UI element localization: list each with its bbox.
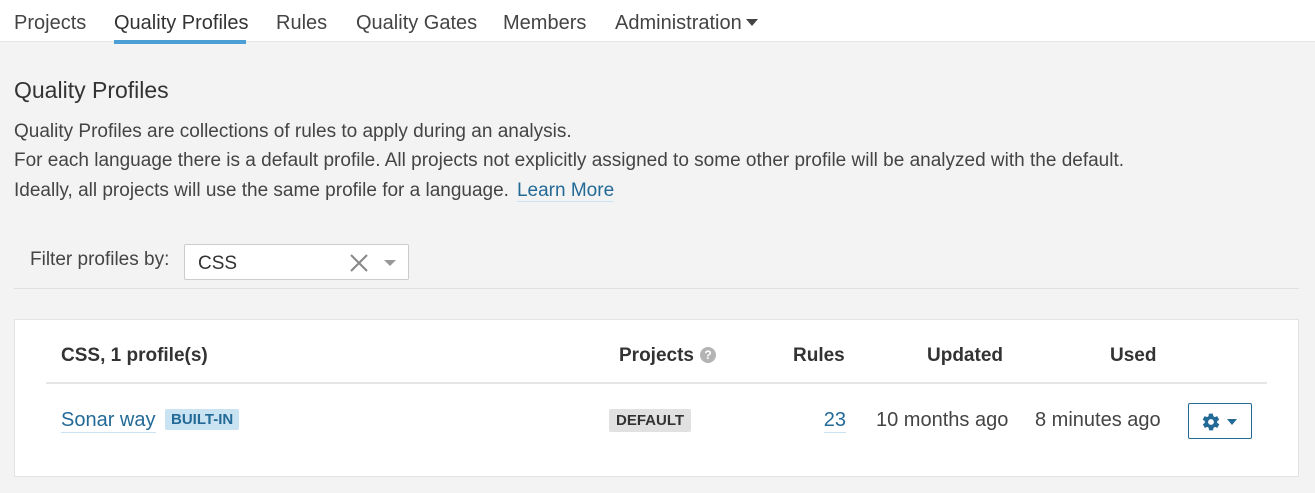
learn-more-link[interactable]: Learn More xyxy=(516,180,615,202)
clear-icon[interactable] xyxy=(348,252,370,274)
used-cell: 8 minutes ago xyxy=(1035,409,1161,431)
profiles-card xyxy=(14,319,1299,477)
profile-actions-button[interactable] xyxy=(1188,403,1252,439)
language-filter-value: CSS xyxy=(198,253,238,274)
built-in-badge: BUILT-IN xyxy=(165,409,240,430)
column-header-updated: Updated xyxy=(927,345,1003,366)
description-line-3-text: Ideally, all projects will use the same … xyxy=(14,180,509,201)
nav-item-projects[interactable]: Projects xyxy=(14,12,86,35)
help-icon[interactable]: ? xyxy=(699,347,716,363)
chevron-down-icon[interactable] xyxy=(384,260,396,266)
nav-item-administration[interactable]: Administration xyxy=(615,12,758,35)
default-badge: DEFAULT xyxy=(609,409,692,432)
chevron-down-icon xyxy=(1227,419,1237,425)
column-header-rules: Rules xyxy=(793,345,845,366)
nav-item-rules[interactable]: Rules xyxy=(276,12,327,35)
description-line-2: For each language there is a default pro… xyxy=(14,150,1125,171)
profile-name-link[interactable]: Sonar way xyxy=(61,409,156,433)
chevron-down-icon xyxy=(745,19,758,26)
nav-item-members[interactable]: Members xyxy=(503,12,586,35)
divider xyxy=(14,288,1299,289)
description-line-1: Quality Profiles are collections of rule… xyxy=(14,121,572,142)
updated-cell: 10 months ago xyxy=(876,409,1009,431)
active-tab-indicator xyxy=(114,40,246,44)
top-navigation: Projects Quality Profiles Rules Quality … xyxy=(0,0,1315,44)
gear-icon xyxy=(1202,413,1220,431)
column-header-projects: Projects? xyxy=(619,345,716,367)
column-header-language: CSS, 1 profile(s) xyxy=(61,345,208,366)
page-title: Quality Profiles xyxy=(14,77,169,103)
table-header-divider xyxy=(46,382,1267,384)
language-filter-select[interactable]: CSS xyxy=(184,244,409,280)
column-header-projects-label: Projects xyxy=(619,345,694,366)
nav-item-quality-gates[interactable]: Quality Gates xyxy=(356,12,477,35)
filter-label: Filter profiles by: xyxy=(30,249,170,270)
description-line-3: Ideally, all projects will use the same … xyxy=(14,180,615,202)
nav-item-administration-label: Administration xyxy=(615,12,742,34)
nav-item-quality-profiles[interactable]: Quality Profiles xyxy=(114,12,249,35)
column-header-used: Used xyxy=(1110,345,1157,366)
rules-count-link[interactable]: 23 xyxy=(823,409,846,433)
